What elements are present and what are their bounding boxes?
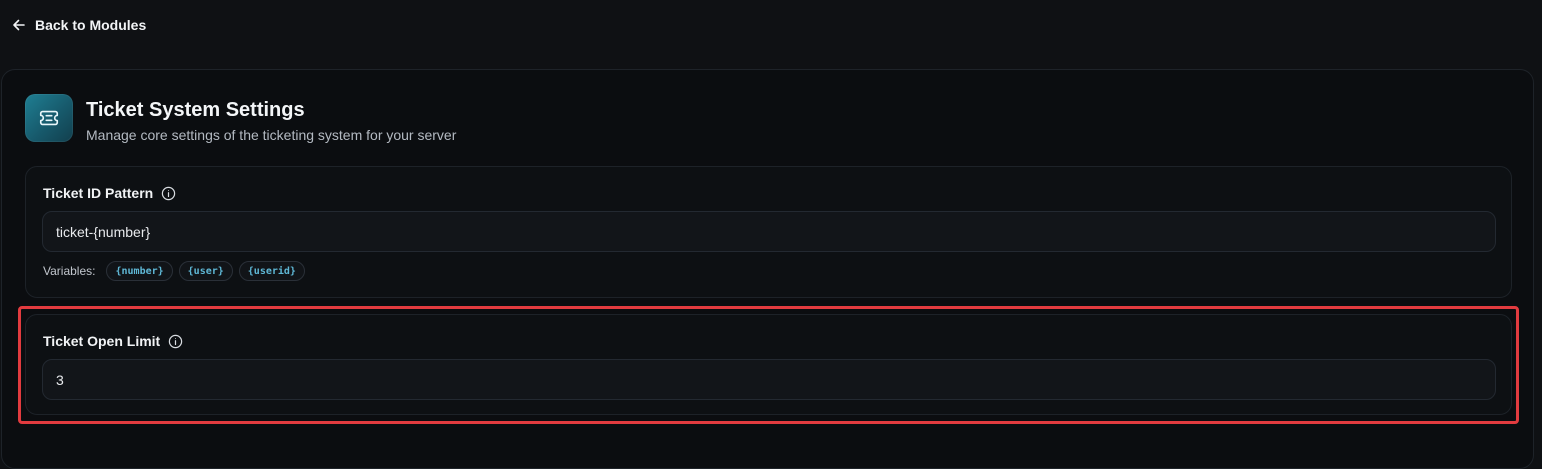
ticket-id-pattern-card: Ticket ID Pattern Variables: {number} {u… — [25, 166, 1512, 298]
back-to-modules-link[interactable]: Back to Modules — [12, 17, 146, 33]
info-icon[interactable] — [161, 186, 176, 201]
ticket-icon — [39, 110, 59, 126]
ticket-id-pattern-input[interactable] — [42, 211, 1496, 252]
variables-row: Variables: {number} {user} {userid} — [43, 261, 305, 281]
ticket-id-pattern-label-row: Ticket ID Pattern — [43, 185, 176, 201]
variable-chip-user[interactable]: {user} — [178, 261, 233, 281]
variable-chip-userid[interactable]: {userid} — [238, 261, 305, 281]
arrow-left-icon — [13, 19, 25, 31]
ticket-open-limit-input[interactable] — [42, 359, 1496, 400]
panel-header: Ticket System Settings Manage core setti… — [25, 94, 456, 143]
settings-panel: Ticket System Settings Manage core setti… — [1, 69, 1534, 469]
ticket-open-limit-card: Ticket Open Limit — [25, 314, 1512, 415]
variables-label: Variables: — [43, 264, 96, 278]
back-link-label: Back to Modules — [35, 17, 147, 33]
ticket-open-limit-label: Ticket Open Limit — [43, 333, 161, 349]
page-subtitle: Manage core settings of the ticketing sy… — [86, 127, 457, 143]
module-icon-tile — [25, 94, 73, 142]
ticket-id-pattern-label: Ticket ID Pattern — [43, 185, 154, 201]
ticket-open-limit-label-row: Ticket Open Limit — [43, 333, 183, 349]
info-icon[interactable] — [168, 334, 183, 349]
variable-chip-number[interactable]: {number} — [106, 261, 173, 281]
page-title: Ticket System Settings — [86, 99, 305, 121]
